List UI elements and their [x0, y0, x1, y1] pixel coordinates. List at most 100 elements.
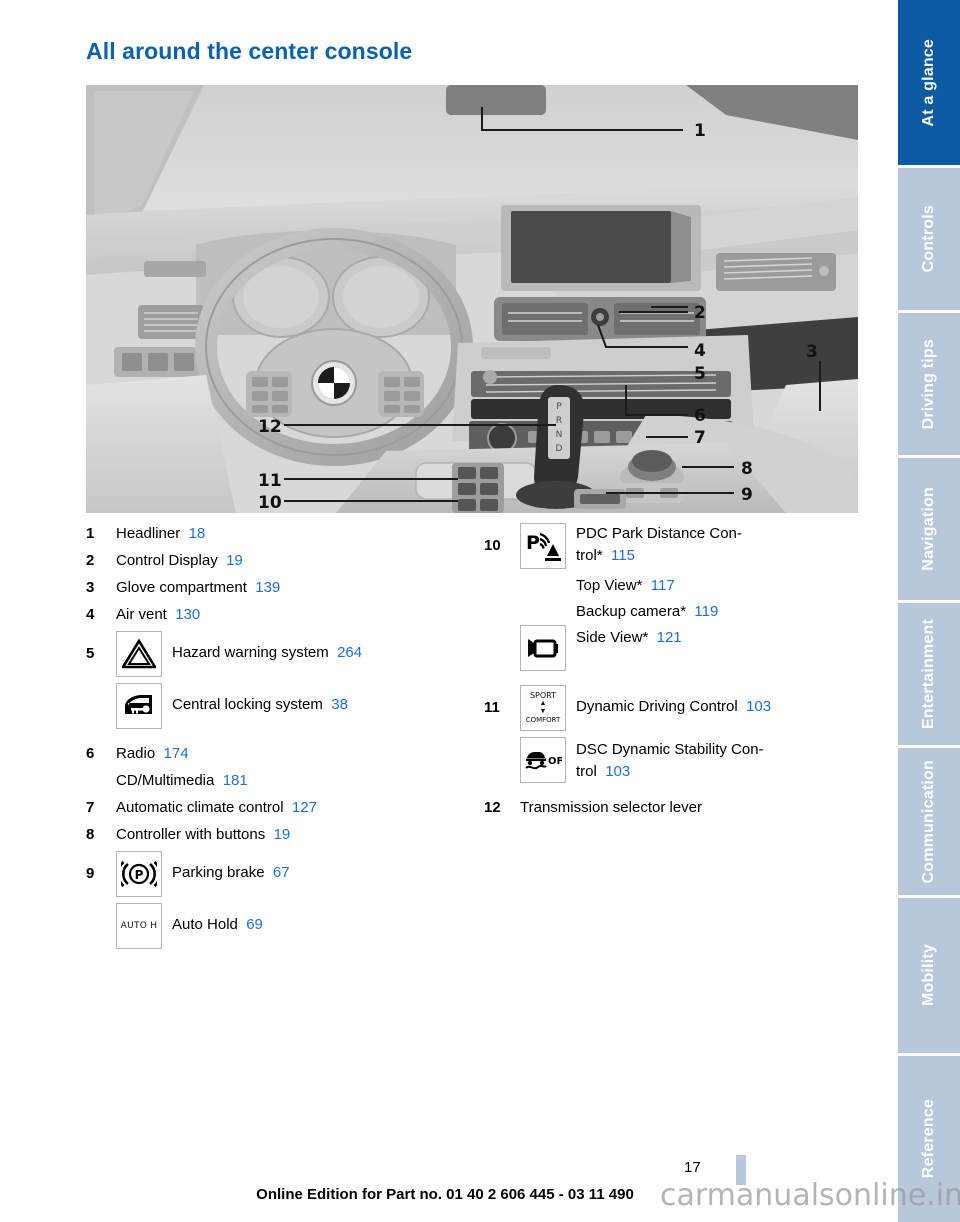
dsc-off-glyph: OFF: [525, 752, 562, 770]
legend-label-line1: PDC Park Distance Con-: [576, 525, 742, 542]
dsc-off-icon: OFF: [520, 737, 566, 783]
legend-page-ref[interactable]: 119: [694, 603, 718, 620]
legend-label-line2: trol*: [576, 547, 603, 564]
callout-12: 12: [258, 417, 282, 437]
sidebar-tab-label: Driving tips: [920, 338, 937, 430]
legend-label: Control Display: [116, 552, 218, 569]
interior-diagram-svg: PR ND 1 2 3 4 5 6 7 8 9 10 11 12: [86, 85, 858, 513]
svg-text:R: R: [556, 416, 562, 426]
legend-text: PDC Park Distance Con- trol* 115: [576, 523, 742, 567]
legend-label: Central locking system: [172, 696, 323, 713]
down-triangle-icon: ▼: [539, 708, 547, 715]
legend-text: DSC Dynamic Stability Con- trol 103: [576, 737, 764, 783]
callout-5: 5: [694, 364, 706, 384]
svg-text:D: D: [556, 444, 563, 454]
parking-brake-letter: P: [135, 868, 144, 882]
page-title: All around the center console: [86, 38, 413, 64]
camera-glyph: [528, 639, 558, 658]
legend-text: Control Display 19: [116, 550, 243, 572]
legend-page-ref[interactable]: 18: [189, 525, 206, 542]
legend-page-ref[interactable]: 264: [337, 644, 362, 661]
parking-brake-glyph: P: [121, 861, 157, 887]
auto-hold-label: AUTO H: [120, 921, 158, 931]
legend-number: 12: [484, 799, 501, 816]
legend-page-ref[interactable]: 19: [226, 552, 243, 569]
pdc-letter: P: [526, 532, 540, 554]
legend-row-backup-camera: Backup camera* 119: [576, 601, 884, 623]
legend-text: Dynamic Driving Control 103: [576, 685, 771, 718]
sidebar-tab-label: Reference: [920, 1099, 937, 1179]
legend-page-ref[interactable]: 115: [611, 547, 635, 564]
sidebar-tab-label: Communication: [920, 759, 937, 884]
sidebar-tab-navigation[interactable]: Navigation: [898, 458, 960, 603]
legend-page-ref[interactable]: 139: [255, 579, 280, 596]
legend-page-ref[interactable]: 38: [331, 696, 348, 713]
door-key-glyph: [125, 695, 152, 714]
legend-text: Central locking system 38: [172, 683, 348, 716]
comfort-label: COMFORT: [525, 716, 561, 724]
callout-4b: 4: [694, 341, 706, 361]
legend-text: Auto Hold 69: [172, 903, 263, 936]
legend-label: Headliner: [116, 525, 181, 542]
camera-icon: [520, 625, 566, 671]
legend-page-ref[interactable]: 181: [223, 772, 248, 789]
legend-number: 6: [86, 745, 95, 762]
center-console-illustration: PR ND 1 2 3 4 5 6 7 8 9 10 11 12: [86, 85, 858, 513]
sport-comfort-icon: SPORT ▲ ▼ COMFORT: [520, 685, 566, 731]
legend-number: 11: [484, 699, 500, 716]
hazard-warning-triangle-icon: [116, 631, 162, 677]
sidebar-tab-at-a-glance[interactable]: At a glance: [898, 0, 960, 168]
legend-page-ref[interactable]: 67: [273, 864, 290, 881]
legend-page-ref[interactable]: 130: [175, 606, 200, 623]
legend-label: Controller with buttons: [116, 826, 266, 843]
legend-number: 1: [86, 525, 95, 542]
legend-row-cd-multimedia: CD/Multimedia 181: [86, 770, 481, 792]
legend-page-ref[interactable]: 127: [292, 799, 317, 816]
central-locking-door-key-icon: [116, 683, 162, 729]
legend-page-ref[interactable]: 117: [651, 577, 675, 594]
legend-text: Hazard warning system 264: [172, 631, 362, 664]
legend-row-6: 6 Radio 174: [86, 743, 481, 765]
pdc-park-distance-control-icon: P: [520, 523, 566, 569]
legend-label: Dynamic Driving Control: [576, 698, 738, 715]
sidebar-tab-label: Mobility: [920, 944, 937, 1007]
legend-row-dsc: OFF DSC Dynamic Stability Con- trol 103: [520, 737, 884, 783]
legend-number: 9: [86, 865, 95, 882]
up-triangle-icon: ▲: [539, 700, 547, 707]
legend-row-5: 5 Hazard warning system 264: [86, 631, 481, 677]
svg-text:P: P: [556, 402, 562, 412]
legend-page-ref[interactable]: 69: [246, 916, 263, 933]
legend-row-side-view: Side View* 121: [520, 625, 884, 671]
legend-row-auto-hold: AUTO H Auto Hold 69: [116, 903, 481, 949]
legend-text: Air vent 130: [116, 604, 200, 626]
legend-label: Glove compartment: [116, 579, 247, 596]
legend-label: Backup camera*: [576, 603, 687, 620]
sidebar-tab-label: At a glance: [920, 38, 937, 127]
legend-label: Automatic climate control: [116, 799, 284, 816]
legend-row-12: 12 Transmission selector lever: [484, 797, 884, 819]
legend-page-ref[interactable]: 174: [164, 745, 189, 762]
legend-text: Radio 174: [116, 743, 189, 765]
legend-page-ref[interactable]: 19: [274, 826, 291, 843]
legend-row-3: 3 Glove compartment 139: [86, 577, 481, 599]
legend-label: Transmission selector lever: [520, 799, 702, 816]
sidebar-tab-controls[interactable]: Controls: [898, 168, 960, 313]
legend-page-ref[interactable]: 103: [746, 698, 771, 715]
legend-column-left: 1 Headliner 18 2 Control Display 19 3 Gl…: [86, 523, 481, 955]
sidebar-tab-communication[interactable]: Communication: [898, 748, 960, 898]
legend-number: 3: [86, 579, 95, 596]
sport-label: SPORT: [529, 691, 557, 700]
legend-number: 8: [86, 826, 95, 843]
sidebar-tab-label: Entertainment: [920, 618, 937, 730]
sidebar-tab-entertainment[interactable]: Entertainment: [898, 603, 960, 748]
sidebar-tab-driving-tips[interactable]: Driving tips: [898, 313, 960, 458]
footer-note: Online Edition for Part no. 01 40 2 606 …: [256, 1186, 634, 1203]
legend-page-ref[interactable]: 121: [657, 629, 682, 646]
legend-row-top-view: Top View* 117: [576, 575, 884, 597]
svg-text:N: N: [556, 430, 563, 440]
legend-label: Auto Hold: [172, 916, 238, 933]
legend-page-ref[interactable]: 103: [605, 763, 630, 780]
dsc-off-label: OFF: [548, 756, 562, 767]
callout-1: 1: [694, 121, 706, 141]
sidebar-tab-mobility[interactable]: Mobility: [898, 898, 960, 1056]
